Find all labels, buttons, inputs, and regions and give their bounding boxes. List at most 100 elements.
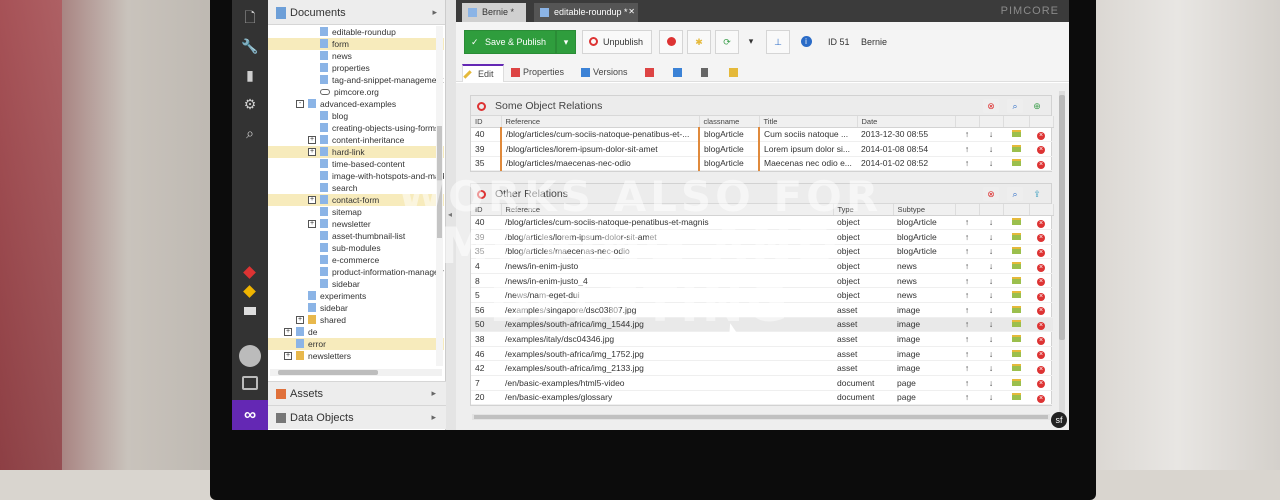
- remove-icon[interactable]: ×: [1029, 156, 1053, 172]
- open-icon[interactable]: [1003, 331, 1029, 347]
- move-up-icon[interactable]: ↑: [955, 390, 979, 406]
- column-header[interactable]: Title: [759, 116, 858, 128]
- alert-icon[interactable]: [243, 266, 256, 279]
- move-up-icon[interactable]: ↑: [955, 346, 979, 362]
- move-up-icon[interactable]: ↑: [955, 287, 979, 304]
- search-icon[interactable]: ⌕: [1007, 99, 1023, 113]
- remove-icon[interactable]: ×: [1029, 360, 1053, 377]
- move-up-icon[interactable]: ↑: [955, 375, 979, 391]
- add-icon[interactable]: ⊕: [1029, 99, 1045, 113]
- move-up-icon[interactable]: ↑: [955, 215, 979, 231]
- tree-node[interactable]: experiments: [268, 290, 444, 302]
- documents-header[interactable]: Documents ▸: [268, 0, 445, 25]
- tab-notes[interactable]: [698, 64, 713, 82]
- more-dropdown[interactable]: ▾: [739, 30, 763, 54]
- remove-icon[interactable]: ×: [1029, 331, 1053, 347]
- bar-chart-icon[interactable]: ▮: [241, 66, 259, 84]
- remove-icon[interactable]: ×: [1029, 287, 1053, 304]
- remove-icon[interactable]: ×: [1029, 302, 1053, 318]
- move-up-icon[interactable]: ↑: [955, 302, 979, 318]
- remove-icon[interactable]: ×: [1029, 215, 1053, 231]
- wrench-icon[interactable]: 🔧: [241, 37, 259, 55]
- tab-properties[interactable]: Properties: [508, 64, 564, 82]
- panel-splitter[interactable]: ◂: [446, 0, 456, 430]
- tree-hscrollbar[interactable]: [270, 369, 442, 376]
- table-row[interactable]: 35/blog/articles/maecenas-nec-odio blogAr…: [471, 156, 1053, 172]
- open-icon[interactable]: [1003, 346, 1029, 362]
- tree-node[interactable]: e-commerce: [268, 254, 444, 266]
- open-icon[interactable]: [1003, 360, 1029, 377]
- move-down-icon[interactable]: ↓: [979, 229, 1003, 245]
- table-row[interactable]: 20/en/basic-examples/glossary document pag…: [471, 390, 1053, 406]
- tree-node[interactable]: + shared: [268, 314, 444, 326]
- save-options-button[interactable]: ▾: [556, 30, 576, 54]
- move-down-icon[interactable]: ↓: [979, 302, 1003, 318]
- tree-node[interactable]: sidebar: [268, 278, 444, 290]
- tree-node[interactable]: editable-roundup: [268, 26, 444, 38]
- table-row[interactable]: 4/news/in-enim-justo object news ↑ ↓ ×: [471, 258, 1053, 274]
- open-icon[interactable]: [1003, 215, 1029, 231]
- assets-accordion[interactable]: Assets ▸: [268, 381, 446, 405]
- unpublish-button[interactable]: Unpublish: [582, 30, 652, 54]
- tab-bernie[interactable]: Bernie *: [462, 3, 526, 22]
- tab-versions[interactable]: Versions: [578, 64, 628, 82]
- remove-icon[interactable]: ×: [1029, 317, 1053, 333]
- remove-icon[interactable]: ×: [1029, 229, 1053, 245]
- remove-icon[interactable]: ×: [1029, 273, 1053, 289]
- open-icon[interactable]: [1003, 141, 1029, 157]
- tab-editable-roundup[interactable]: editable-roundup * ✕: [534, 3, 638, 22]
- open-icon[interactable]: [1003, 229, 1029, 245]
- table-row[interactable]: 7/en/basic-examples/html5-video document p…: [471, 375, 1053, 391]
- tree-node[interactable]: error: [268, 338, 444, 350]
- tree-node[interactable]: sitemap: [268, 206, 444, 218]
- data-objects-accordion[interactable]: Data Objects ▸: [268, 405, 446, 429]
- remove-icon[interactable]: ×: [1029, 375, 1053, 391]
- delete-button[interactable]: [659, 30, 683, 54]
- pimcore-logo[interactable]: ∞: [232, 400, 268, 430]
- tree-node[interactable]: properties: [268, 62, 444, 74]
- tree-node[interactable]: + de: [268, 326, 444, 338]
- expand-icon[interactable]: +: [296, 316, 304, 324]
- tree-node[interactable]: + content-inheritance: [268, 134, 444, 146]
- open-icon[interactable]: [1003, 375, 1029, 391]
- column-header[interactable]: Date: [857, 116, 956, 128]
- open-icon[interactable]: [1003, 273, 1029, 289]
- table-row[interactable]: 56/examples/singapore/dsc03807.jpg asset i…: [471, 302, 1053, 318]
- symfony-toolbar-icon[interactable]: sf: [1051, 412, 1067, 428]
- tab-schedule[interactable]: [642, 64, 657, 82]
- move-down-icon[interactable]: ↓: [979, 127, 1003, 143]
- tree-node[interactable]: search: [268, 182, 444, 194]
- clear-icon[interactable]: ⊗: [983, 99, 999, 113]
- collapse-icon[interactable]: -: [296, 100, 304, 108]
- tree-node[interactable]: product-information-management: [268, 266, 444, 278]
- chevron-right-icon[interactable]: ▸: [432, 7, 437, 18]
- collapse-left-icon[interactable]: ◂: [448, 210, 452, 219]
- tree-node[interactable]: - advanced-examples: [268, 98, 444, 110]
- column-header[interactable]: ID: [471, 116, 502, 128]
- open-icon[interactable]: [1003, 302, 1029, 318]
- column-header[interactable]: Reference: [501, 116, 700, 128]
- expand-icon[interactable]: +: [284, 352, 292, 360]
- move-down-icon[interactable]: ↓: [979, 215, 1003, 231]
- move-down-icon[interactable]: ↓: [979, 156, 1003, 172]
- expand-icon[interactable]: +: [308, 136, 316, 144]
- tree-node[interactable]: sidebar: [268, 302, 444, 314]
- table-row[interactable]: 39/blog/articles/lorem-ipsum-dolor-sit-a…: [471, 141, 1053, 157]
- save-publish-button[interactable]: ✓ Save & Publish: [464, 30, 556, 54]
- logout-icon[interactable]: [242, 376, 258, 390]
- table-row[interactable]: 42/examples/south-africa/img_2133.jpg ass…: [471, 360, 1053, 377]
- move-up-icon[interactable]: ↑: [955, 244, 979, 260]
- tree-node[interactable]: creating-objects-using-forms: [268, 122, 444, 134]
- open-icon[interactable]: [1003, 287, 1029, 304]
- move-up-icon[interactable]: ↑: [955, 156, 979, 172]
- expand-icon[interactable]: +: [308, 220, 316, 228]
- move-down-icon[interactable]: ↓: [979, 390, 1003, 406]
- move-up-icon[interactable]: ↑: [955, 127, 979, 143]
- tab-tags[interactable]: [726, 64, 741, 82]
- search-icon[interactable]: ⌕: [1007, 187, 1023, 201]
- tree-node[interactable]: form: [268, 38, 444, 50]
- open-icon[interactable]: [1003, 156, 1029, 172]
- open-icon[interactable]: [1003, 258, 1029, 274]
- remove-icon[interactable]: ×: [1029, 258, 1053, 274]
- tree-node[interactable]: pimcore.org: [268, 86, 444, 98]
